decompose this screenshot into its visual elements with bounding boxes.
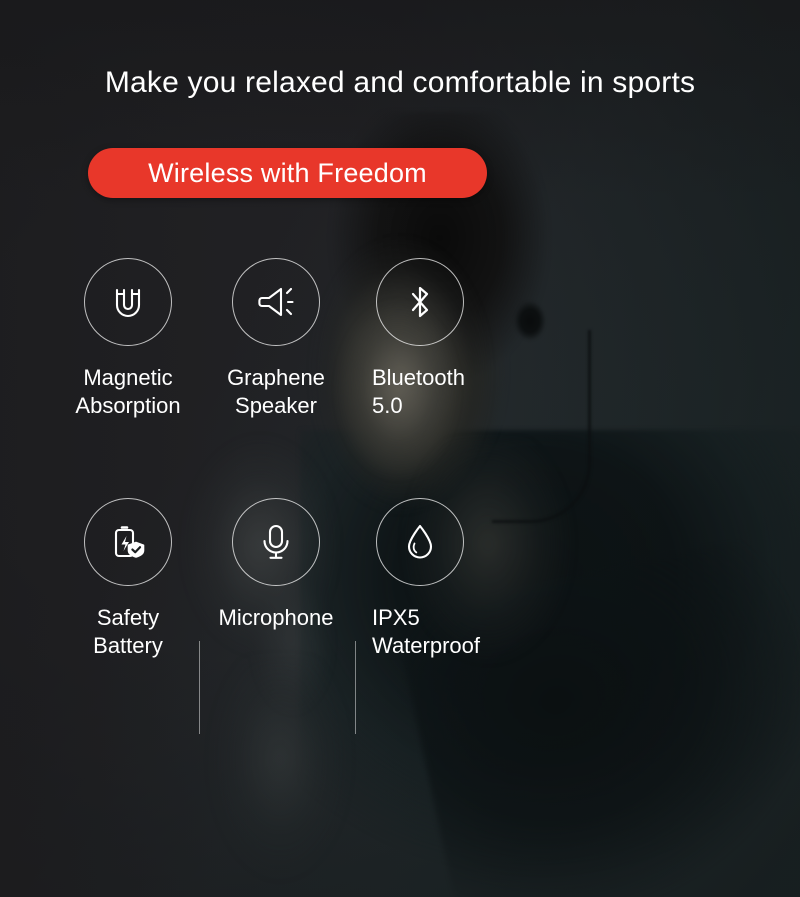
magnet-icon xyxy=(84,258,172,346)
page-title: Make you relaxed and comfortable in spor… xyxy=(104,66,696,99)
feature-label: Bluetooth 5.0 xyxy=(372,365,465,418)
bluetooth-icon xyxy=(376,258,464,346)
tagline-badge: Wireless with Freedom xyxy=(88,148,487,198)
battery-shield-icon xyxy=(84,498,172,586)
feature-label: IPX5 Waterproof xyxy=(372,605,481,658)
water-drop-icon xyxy=(376,498,464,586)
product-feature-banner: Make you relaxed and comfortable in spor… xyxy=(0,0,800,897)
tagline-badge-label: Wireless with Freedom xyxy=(148,157,427,188)
feature-safety-battery: Safety Battery xyxy=(52,498,204,660)
feature-bluetooth: Bluetooth 5.0 xyxy=(348,258,500,420)
feature-graphene-speaker: Graphene Speaker xyxy=(200,258,352,420)
feature-label: Magnetic Absorption xyxy=(75,365,181,418)
feature-label: Graphene Speaker xyxy=(227,365,325,418)
speaker-icon xyxy=(232,258,320,346)
feature-ipx5-waterproof: IPX5 Waterproof xyxy=(348,498,500,660)
feature-magnetic-absorption: Magnetic Absorption xyxy=(52,258,204,420)
feature-label: Microphone xyxy=(218,605,334,630)
feature-microphone: Microphone xyxy=(200,498,352,632)
feature-label: Safety Battery xyxy=(93,605,163,658)
microphone-icon xyxy=(232,498,320,586)
